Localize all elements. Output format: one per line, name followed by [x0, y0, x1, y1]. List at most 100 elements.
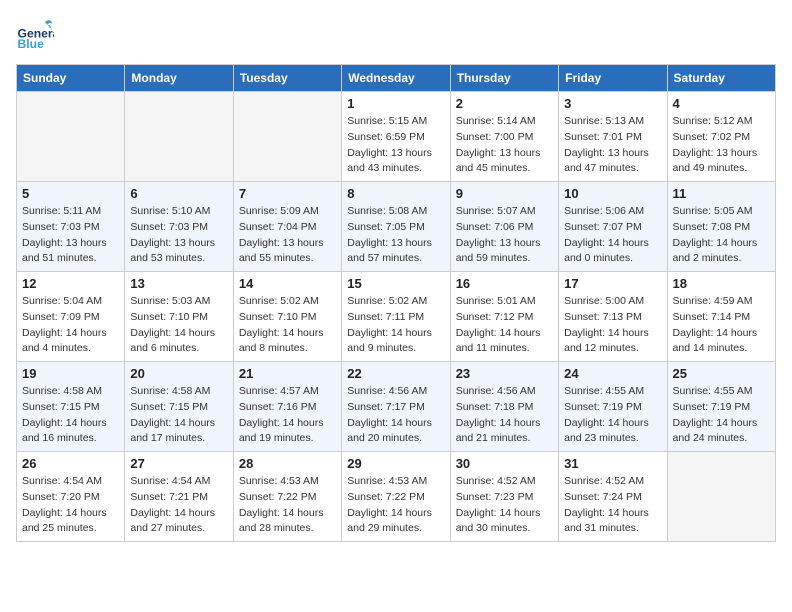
- calendar-day-2: 2 Sunrise: 5:14 AMSunset: 7:00 PMDaylight…: [450, 92, 558, 182]
- empty-cell: [233, 92, 341, 182]
- day-info: Sunrise: 5:15 AMSunset: 6:59 PMDaylight:…: [347, 114, 444, 177]
- header-friday: Friday: [559, 65, 667, 92]
- day-number: 10: [564, 186, 661, 201]
- day-number: 19: [22, 366, 119, 381]
- day-number: 24: [564, 366, 661, 381]
- calendar-day-23: 23Sunrise: 4:56 AMSunset: 7:18 PMDayligh…: [450, 362, 558, 452]
- calendar-day-27: 27Sunrise: 4:54 AMSunset: 7:21 PMDayligh…: [125, 452, 233, 542]
- calendar-day-24: 24 Sunrise: 4:55 AMSunset: 7:19 PMDayligh…: [559, 362, 667, 452]
- calendar-week-1: 1Sunrise: 5:15 AMSunset: 6:59 PMDaylight…: [17, 92, 776, 182]
- header-wednesday: Wednesday: [342, 65, 450, 92]
- day-info: Sunrise: 4:58 AMSunset: 7:15 PMDaylight:…: [130, 384, 227, 447]
- day-info: Sunrise: 5:05 AMSunset: 7:08 PMDaylight:…: [673, 204, 770, 267]
- calendar-header-row: SundayMondayTuesdayWednesdayThursdayFrid…: [17, 65, 776, 92]
- calendar-day-5: 5 Sunrise: 5:11 AMSunset: 7:03 PMDaylight…: [17, 182, 125, 272]
- calendar-day-16: 16Sunrise: 5:01 AMSunset: 7:12 PMDayligh…: [450, 272, 558, 362]
- day-info: Sunrise: 4:52 AMSunset: 7:24 PMDaylight:…: [564, 474, 661, 537]
- day-info: Sunrise: 4:52 AMSunset: 7:23 PMDaylight:…: [456, 474, 553, 537]
- day-info: Sunrise: 4:57 AMSunset: 7:16 PMDaylight:…: [239, 384, 336, 447]
- calendar-week-5: 26 Sunrise: 4:54 AMSunset: 7:20 PMDayligh…: [17, 452, 776, 542]
- calendar-day-29: 29Sunrise: 4:53 AMSunset: 7:22 PMDayligh…: [342, 452, 450, 542]
- day-info: Sunrise: 4:54 AMSunset: 7:21 PMDaylight:…: [130, 474, 227, 537]
- day-info: Sunrise: 5:02 AMSunset: 7:10 PMDaylight:…: [239, 294, 336, 357]
- day-number: 12: [22, 276, 119, 291]
- empty-cell: [125, 92, 233, 182]
- calendar-day-30: 30Sunrise: 4:52 AMSunset: 7:23 PMDayligh…: [450, 452, 558, 542]
- day-info: Sunrise: 5:12 AMSunset: 7:02 PMDaylight:…: [673, 114, 770, 177]
- day-number: 26: [22, 456, 119, 471]
- calendar-day-11: 11 Sunrise: 5:05 AMSunset: 7:08 PMDayligh…: [667, 182, 775, 272]
- calendar-day-19: 19Sunrise: 4:58 AMSunset: 7:15 PMDayligh…: [17, 362, 125, 452]
- day-number: 6: [130, 186, 227, 201]
- day-info: Sunrise: 4:59 AMSunset: 7:14 PMDaylight:…: [673, 294, 770, 357]
- calendar-day-22: 22 Sunrise: 4:56 AMSunset: 7:17 PMDayligh…: [342, 362, 450, 452]
- day-number: 15: [347, 276, 444, 291]
- calendar-day-14: 14 Sunrise: 5:02 AMSunset: 7:10 PMDayligh…: [233, 272, 341, 362]
- calendar-day-26: 26 Sunrise: 4:54 AMSunset: 7:20 PMDayligh…: [17, 452, 125, 542]
- day-number: 11: [673, 186, 770, 201]
- day-info: Sunrise: 4:54 AMSunset: 7:20 PMDaylight:…: [22, 474, 119, 537]
- day-info: Sunrise: 5:02 AMSunset: 7:11 PMDaylight:…: [347, 294, 444, 357]
- calendar-day-18: 18 Sunrise: 4:59 AMSunset: 7:14 PMDayligh…: [667, 272, 775, 362]
- day-info: Sunrise: 4:56 AMSunset: 7:18 PMDaylight:…: [456, 384, 553, 447]
- day-number: 16: [456, 276, 553, 291]
- day-number: 17: [564, 276, 661, 291]
- day-info: Sunrise: 4:55 AMSunset: 7:19 PMDaylight:…: [564, 384, 661, 447]
- day-info: Sunrise: 5:10 AMSunset: 7:03 PMDaylight:…: [130, 204, 227, 267]
- day-info: Sunrise: 5:14 AMSunset: 7:00 PMDaylight:…: [456, 114, 553, 177]
- day-info: Sunrise: 5:00 AMSunset: 7:13 PMDaylight:…: [564, 294, 661, 357]
- calendar-week-3: 12 Sunrise: 5:04 AMSunset: 7:09 PMDayligh…: [17, 272, 776, 362]
- header-thursday: Thursday: [450, 65, 558, 92]
- calendar-week-2: 5 Sunrise: 5:11 AMSunset: 7:03 PMDaylight…: [17, 182, 776, 272]
- calendar-day-3: 3Sunrise: 5:13 AMSunset: 7:01 PMDaylight…: [559, 92, 667, 182]
- day-number: 7: [239, 186, 336, 201]
- day-number: 5: [22, 186, 119, 201]
- page-header: General Blue: [16, 16, 776, 54]
- logo: General Blue: [16, 16, 54, 54]
- empty-cell: [17, 92, 125, 182]
- day-info: Sunrise: 5:07 AMSunset: 7:06 PMDaylight:…: [456, 204, 553, 267]
- header-tuesday: Tuesday: [233, 65, 341, 92]
- calendar-day-6: 6 Sunrise: 5:10 AMSunset: 7:03 PMDaylight…: [125, 182, 233, 272]
- day-number: 22: [347, 366, 444, 381]
- calendar-day-17: 17 Sunrise: 5:00 AMSunset: 7:13 PMDayligh…: [559, 272, 667, 362]
- header-sunday: Sunday: [17, 65, 125, 92]
- day-number: 29: [347, 456, 444, 471]
- calendar-day-8: 8Sunrise: 5:08 AMSunset: 7:05 PMDaylight…: [342, 182, 450, 272]
- calendar-day-1: 1Sunrise: 5:15 AMSunset: 6:59 PMDaylight…: [342, 92, 450, 182]
- day-number: 18: [673, 276, 770, 291]
- day-number: 2: [456, 96, 553, 111]
- svg-text:Blue: Blue: [18, 37, 45, 51]
- day-number: 25: [673, 366, 770, 381]
- logo-icon: General Blue: [16, 16, 54, 54]
- day-number: 8: [347, 186, 444, 201]
- calendar-day-10: 10 Sunrise: 5:06 AMSunset: 7:07 PMDayligh…: [559, 182, 667, 272]
- calendar-day-20: 20 Sunrise: 4:58 AMSunset: 7:15 PMDayligh…: [125, 362, 233, 452]
- day-info: Sunrise: 5:13 AMSunset: 7:01 PMDaylight:…: [564, 114, 661, 177]
- day-number: 4: [673, 96, 770, 111]
- day-number: 31: [564, 456, 661, 471]
- day-number: 14: [239, 276, 336, 291]
- day-info: Sunrise: 4:56 AMSunset: 7:17 PMDaylight:…: [347, 384, 444, 447]
- day-info: Sunrise: 5:04 AMSunset: 7:09 PMDaylight:…: [22, 294, 119, 357]
- day-number: 20: [130, 366, 227, 381]
- day-info: Sunrise: 5:06 AMSunset: 7:07 PMDaylight:…: [564, 204, 661, 267]
- calendar-table: SundayMondayTuesdayWednesdayThursdayFrid…: [16, 64, 776, 542]
- day-number: 9: [456, 186, 553, 201]
- calendar-day-13: 13 Sunrise: 5:03 AMSunset: 7:10 PMDayligh…: [125, 272, 233, 362]
- calendar-week-4: 19 Sunrise: 4:58 AMSunset: 7:15 PMDayligh…: [17, 362, 776, 452]
- calendar-day-28: 28 Sunrise: 4:53 AMSunset: 7:22 PMDayligh…: [233, 452, 341, 542]
- header-monday: Monday: [125, 65, 233, 92]
- calendar-day-15: 15 Sunrise: 5:02 AMSunset: 7:11 PMDayligh…: [342, 272, 450, 362]
- header-saturday: Saturday: [667, 65, 775, 92]
- empty-cell: [667, 452, 775, 542]
- day-info: Sunrise: 5:11 AMSunset: 7:03 PMDaylight:…: [22, 204, 119, 267]
- day-info: Sunrise: 4:53 AMSunset: 7:22 PMDaylight:…: [239, 474, 336, 537]
- day-number: 13: [130, 276, 227, 291]
- day-info: Sunrise: 4:55 AMSunset: 7:19 PMDaylight:…: [673, 384, 770, 447]
- day-info: Sunrise: 5:09 AMSunset: 7:04 PMDaylight:…: [239, 204, 336, 267]
- calendar-day-4: 4 Sunrise: 5:12 AMSunset: 7:02 PMDaylight…: [667, 92, 775, 182]
- calendar-day-21: 21Sunrise: 4:57 AMSunset: 7:16 PMDayligh…: [233, 362, 341, 452]
- day-number: 28: [239, 456, 336, 471]
- day-info: Sunrise: 5:03 AMSunset: 7:10 PMDaylight:…: [130, 294, 227, 357]
